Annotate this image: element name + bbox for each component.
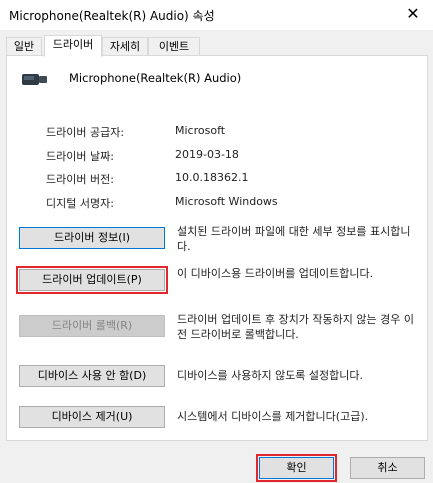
disable-device-button[interactable]: 디바이스 사용 안 함(D)	[19, 365, 165, 387]
cancel-button[interactable]: 취소	[350, 457, 425, 479]
driver-version-value: 10.0.18362.1	[175, 171, 249, 184]
driver-provider-value: Microsoft	[175, 124, 226, 137]
microphone-device-icon	[22, 74, 47, 85]
device-name: Microphone(Realtek(R) Audio)	[69, 71, 242, 85]
rollback-driver-button[interactable]: 드라이버 롤백(R)	[19, 315, 165, 337]
rollback-driver-description: 드라이버 업데이트 후 장치가 작동하지 않는 경우 이전 드라이버로 롤백합니…	[177, 313, 414, 341]
update-driver-description: 이 디바이스용 드라이버를 업데이트합니다.	[177, 267, 374, 280]
ok-button[interactable]: 확인	[256, 454, 337, 482]
driver-tab-panel: Microphone(Realtek(R) Audio) 드라이버 공급자: M…	[6, 55, 428, 441]
driver-provider-label: 드라이버 공급자:	[46, 126, 125, 139]
window-title: Microphone(Realtek(R) Audio) 속성	[9, 9, 215, 23]
tab-general[interactable]: 일반	[6, 37, 42, 56]
disable-device-description: 디바이스를 사용하지 않도록 설정합니다.	[177, 369, 364, 382]
uninstall-device-description: 시스템에서 디바이스를 제거합니다(고급).	[177, 410, 369, 423]
close-icon[interactable]: ✕	[403, 3, 423, 25]
tab-events[interactable]: 이벤트	[148, 37, 200, 56]
update-driver-button[interactable]: 드라이버 업데이트(P)	[16, 266, 168, 294]
uninstall-device-button[interactable]: 디바이스 제거(U)	[19, 406, 165, 428]
title-bar: Microphone(Realtek(R) Audio) 속성 ✕	[0, 0, 433, 30]
driver-details-button[interactable]: 드라이버 정보(I)	[19, 227, 165, 249]
driver-date-value: 2019-03-18	[175, 148, 239, 161]
tab-driver[interactable]: 드라이버	[44, 35, 102, 57]
digital-signer-value: Microsoft Windows	[175, 195, 278, 208]
digital-signer-label: 디지털 서명자:	[46, 197, 114, 210]
driver-details-description: 설치된 드라이버 파일에 대한 세부 정보를 표시합니다.	[177, 225, 411, 253]
driver-version-label: 드라이버 버전:	[46, 173, 114, 186]
tab-details[interactable]: 자세히	[102, 37, 148, 56]
driver-date-label: 드라이버 날짜:	[46, 150, 114, 163]
